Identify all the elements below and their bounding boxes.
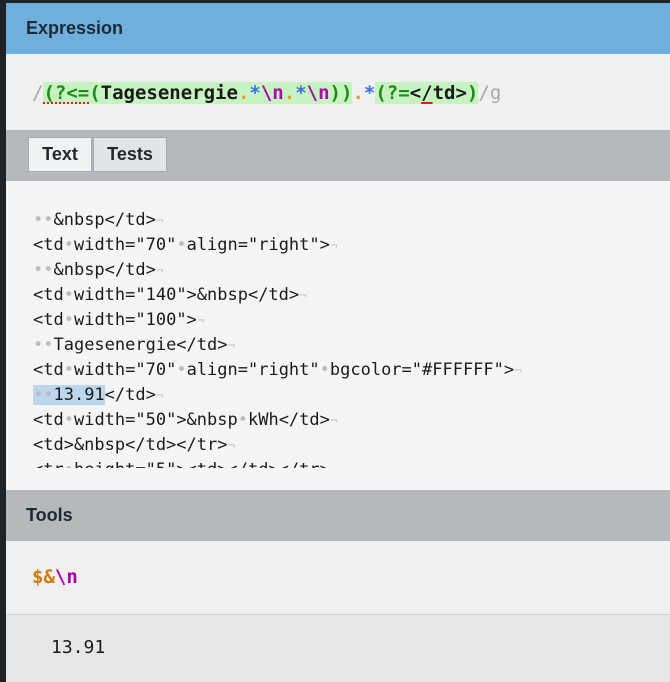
star-token: *	[249, 82, 261, 104]
expression-header-label: Expression	[26, 18, 124, 38]
dot-token: .	[237, 82, 250, 104]
text-segment: </td>	[104, 385, 156, 405]
whitespace-marker: •	[319, 360, 330, 380]
text-segment: <td	[33, 410, 64, 430]
lookbehind-open-token: (?<=	[43, 82, 90, 104]
text-line: <td•width="70"•align="right"•bgcolor="#F…	[33, 358, 633, 383]
group-close-token: )	[329, 82, 341, 104]
text-segment: height="5"><td></td></tr>	[74, 460, 330, 468]
text-segment: width="100">	[73, 310, 197, 330]
substitution-editor[interactable]: $&\n	[6, 541, 670, 614]
newline-marker: ¬	[227, 439, 236, 454]
tools-header-label: Tools	[26, 505, 73, 525]
lookahead-close-token: )	[466, 82, 479, 104]
tools-header: Tools	[6, 490, 670, 541]
text-segment: <td	[33, 360, 64, 380]
newline-marker: ¬	[299, 289, 307, 304]
newline-marker: ¬	[155, 389, 164, 404]
substitution-input[interactable]: $&\n	[32, 566, 78, 588]
whitespace-marker: •	[63, 410, 74, 430]
expression-editor[interactable]: /(?<=(Tagesenergie.*\n.*\n)).*(?=</td>)/…	[6, 54, 670, 130]
match-token: $&	[32, 566, 55, 588]
literal-token: Tagesenergie	[100, 82, 238, 104]
text-segment: &nbsp</td>	[53, 260, 156, 280]
whitespace-marker: •	[176, 360, 187, 380]
lt-token: <	[409, 82, 422, 104]
newline-marker: ¬	[155, 214, 164, 229]
whitespace-marker: •	[64, 460, 74, 468]
td-token: td>	[432, 82, 467, 104]
text-segment: bgcolor="#FFFFFF">	[329, 360, 515, 380]
lookahead-open-token: (?=	[375, 82, 410, 104]
text-line: ••&nbsp</td>¬	[33, 258, 633, 283]
dot-token: .	[352, 82, 364, 104]
text-line: <tr•height="5"><td></td></tr>	[33, 458, 633, 468]
match-highlight: 13.91	[53, 385, 105, 405]
expression-close-delimiter: /	[478, 82, 490, 104]
text-line: <td•width="100">¬	[33, 308, 633, 333]
text-segment: width="50">&nbsp	[73, 410, 238, 430]
whitespace-marker: •	[63, 235, 74, 255]
regex-app: Expression /(?<=(Tagesenergie.*\n.*\n)).…	[6, 3, 670, 682]
text-line: <td•width="50">&nbsp•kWh</td>¬	[33, 408, 633, 433]
newline-marker: ¬	[227, 339, 236, 354]
text-editor[interactable]: ••&nbsp</td>¬ <td•width="70"•align="right…	[6, 181, 670, 490]
newline-marker: ¬	[514, 364, 522, 379]
whitespace-marker: ••	[33, 210, 54, 230]
expression-input[interactable]: /(?<=(Tagesenergie.*\n.*\n)).*(?=</td>)/…	[32, 82, 501, 104]
text-line: ••&nbsp</td>¬	[33, 208, 633, 233]
star-token: *	[295, 82, 307, 104]
text-segment: <tr	[33, 460, 64, 468]
text-segment: align="right">	[186, 235, 330, 255]
newline-marker: ¬	[196, 314, 205, 329]
text-input[interactable]: ••&nbsp</td>¬ <td•width="70"•align="right…	[33, 208, 633, 468]
whitespace-marker: •	[63, 310, 74, 330]
text-line: <td>&nbsp</td></tr>¬	[33, 433, 633, 458]
text-segment: align="right"	[186, 360, 320, 380]
newline-marker: ¬	[329, 239, 338, 254]
text-segment: <td	[33, 285, 64, 305]
expression-open-delimiter: /	[32, 82, 44, 104]
result-panel: 13.91	[6, 614, 670, 682]
whitespace-marker: ••	[33, 260, 54, 280]
text-segment: width="70"	[73, 235, 177, 255]
text-line: <td•width="140">&nbsp</td>¬	[33, 283, 633, 308]
expression-flags[interactable]: g	[490, 82, 501, 104]
text-segment: Tagesenergie</td>	[53, 335, 228, 355]
newline-marker: ¬	[155, 264, 164, 279]
tab-tests[interactable]: Tests	[93, 137, 167, 172]
text-segment: &nbsp</td>	[53, 210, 156, 230]
newline-token: \n	[54, 566, 78, 588]
lookbehind-close-token: )	[341, 82, 353, 104]
whitespace-marker: ••	[33, 335, 54, 355]
text-segment: width="140">&nbsp</td>	[73, 285, 300, 305]
text-line: ••13.91</td>¬	[33, 383, 633, 408]
whitespace-marker: •	[176, 235, 187, 255]
text-segment: <td	[33, 310, 64, 330]
dot-token: .	[283, 82, 296, 104]
text-line: <td•width="70"•align="right">¬	[33, 233, 633, 258]
unescaped-slash-token: /	[421, 82, 433, 104]
whitespace-marker: •	[237, 410, 248, 430]
result-output: 13.91	[51, 637, 106, 658]
group-open-token: (	[89, 82, 101, 104]
expression-header: Expression	[6, 3, 670, 54]
newline-marker: ¬	[329, 414, 338, 429]
star-token: *	[363, 82, 376, 104]
newline-escape-token: \n	[260, 82, 284, 104]
whitespace-marker: •	[63, 360, 74, 380]
newline-escape-token: \n	[306, 82, 330, 104]
match-highlight-whitespace: ••	[33, 385, 54, 405]
tab-text[interactable]: Text	[28, 137, 92, 172]
text-tabs-bar: Text Tests	[6, 130, 670, 181]
whitespace-marker: •	[63, 285, 74, 305]
text-segment: <td	[33, 235, 64, 255]
text-segment: kWh</td>	[247, 410, 330, 430]
text-segment: width="70"	[73, 360, 177, 380]
text-line: ••Tagesenergie</td>¬	[33, 333, 633, 358]
text-segment: <td>&nbsp</td></tr>	[33, 435, 228, 455]
